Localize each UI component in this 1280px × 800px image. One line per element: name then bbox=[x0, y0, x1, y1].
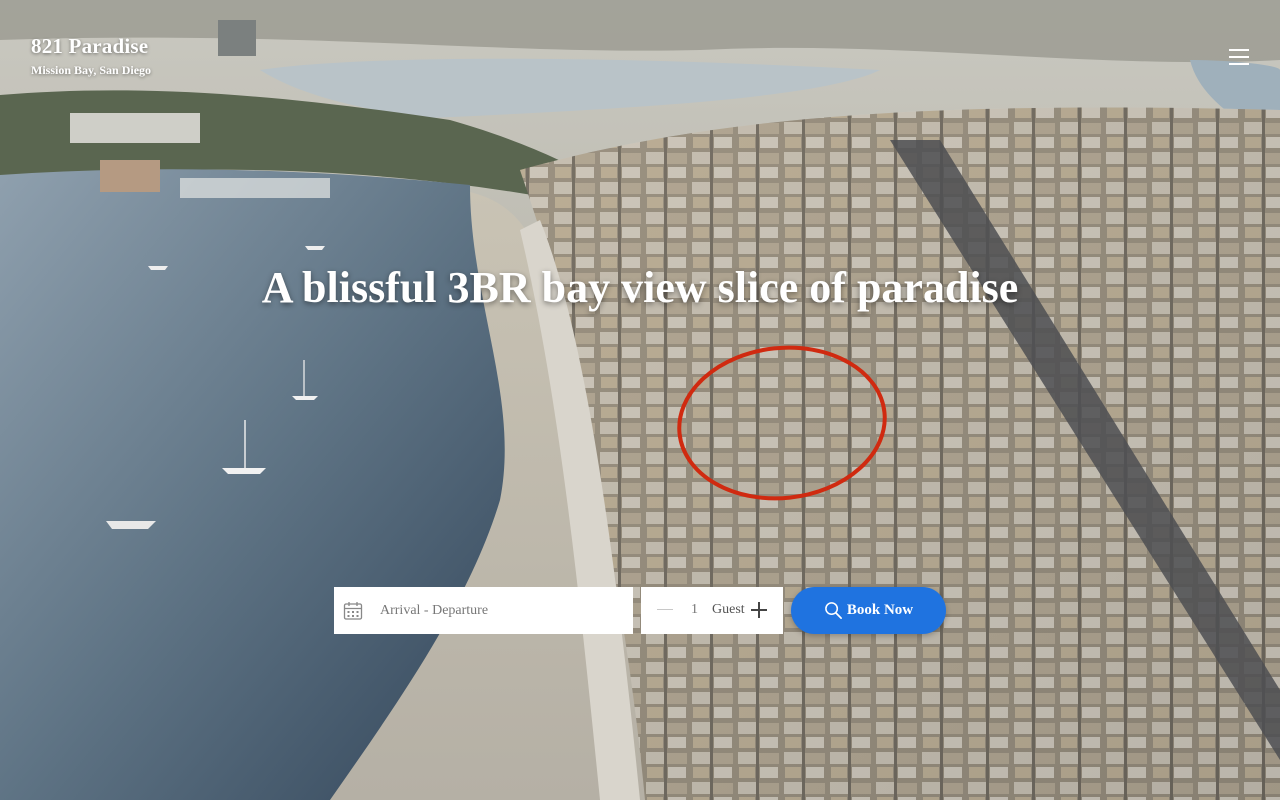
hero-background-image bbox=[0, 0, 1280, 800]
search-icon bbox=[824, 602, 842, 619]
guest-stepper: 1 Guest bbox=[641, 587, 783, 634]
hero-headline: A blissful 3BR bay view slice of paradis… bbox=[261, 263, 1019, 312]
guest-increase-button[interactable] bbox=[751, 602, 767, 618]
guest-label: Guest bbox=[712, 602, 745, 617]
hamburger-menu-icon[interactable] bbox=[1226, 46, 1252, 68]
brand[interactable]: 821 Paradise Mission Bay, San Diego bbox=[31, 34, 151, 78]
hero-section: 821 Paradise Mission Bay, San Diego A bl… bbox=[0, 0, 1280, 800]
dates-input[interactable] bbox=[380, 602, 620, 619]
book-now-button[interactable]: Book Now bbox=[791, 587, 946, 634]
guest-decrease-button[interactable] bbox=[657, 609, 673, 610]
date-range-field[interactable] bbox=[334, 587, 633, 634]
guest-count: 1 bbox=[691, 602, 698, 617]
calendar-icon bbox=[343, 601, 363, 620]
brand-subtitle: Mission Bay, San Diego bbox=[31, 63, 152, 77]
book-now-label: Book Now bbox=[846, 602, 914, 618]
brand-title[interactable]: 821 Paradise bbox=[31, 34, 151, 58]
